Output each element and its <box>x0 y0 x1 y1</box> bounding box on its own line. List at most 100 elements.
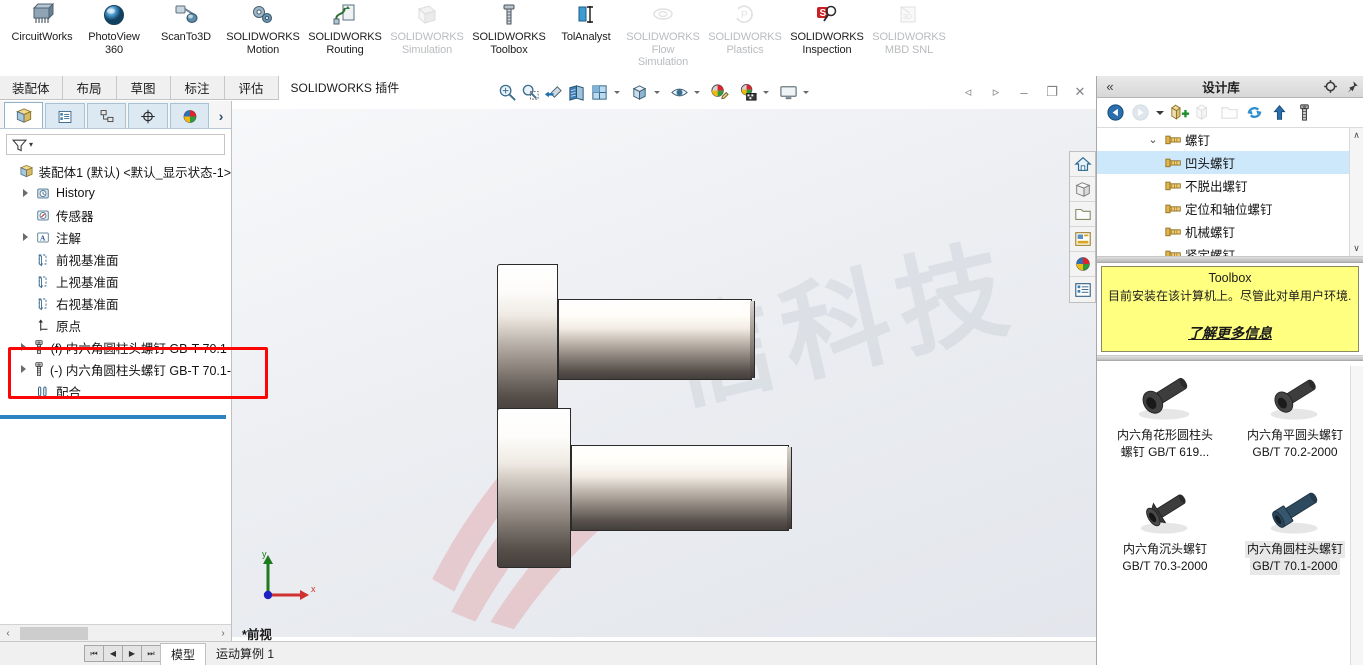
up-one-level-icon[interactable] <box>1267 100 1292 126</box>
chevron-down-icon[interactable]: ⌄ <box>1145 133 1161 146</box>
display-style-caret[interactable] <box>651 81 662 105</box>
library-node-machine-screws[interactable]: 机械螺钉 <box>1097 220 1363 243</box>
configuration-manager-tab[interactable] <box>86 103 127 128</box>
apply-scene-caret[interactable] <box>760 81 771 105</box>
tab-layout[interactable]: 布局 <box>62 76 117 99</box>
scroll-up-icon[interactable]: ∧ <box>1353 128 1360 143</box>
history-dropdown-caret[interactable] <box>1153 100 1167 126</box>
close-icon[interactable]: ✕ <box>1067 81 1093 103</box>
library-grid-scrollbar[interactable] <box>1350 366 1363 665</box>
tab-sketch[interactable]: 草图 <box>116 76 171 99</box>
library-splitter[interactable] <box>1097 256 1363 263</box>
options-gear-icon[interactable] <box>1319 79 1341 94</box>
scroll-down-icon[interactable]: ∨ <box>1353 241 1360 256</box>
tree-item-right-plane[interactable]: 右视基准面 <box>4 292 231 314</box>
minimize-icon[interactable]: – <box>1011 81 1037 103</box>
nav-last-button[interactable]: ⏭ <box>141 645 161 662</box>
pin-icon[interactable] <box>1341 80 1363 94</box>
screw-body-lower[interactable] <box>497 408 827 568</box>
nav-next-button[interactable]: ▶ <box>122 645 142 662</box>
ribbon-item-photoview360[interactable]: PhotoView 360 <box>78 0 150 66</box>
tree-item-mates[interactable]: 配合 <box>4 380 231 402</box>
dimxpert-manager-tab[interactable] <box>128 103 168 128</box>
ribbon-item-circuitworks[interactable]: CircuitWorks <box>6 0 78 66</box>
tree-arrow[interactable] <box>18 343 30 351</box>
view-home-icon[interactable] <box>1070 152 1095 177</box>
hide-show-items-icon[interactable] <box>668 81 691 105</box>
bottom-tab-model[interactable]: 模型 <box>160 642 207 665</box>
refresh-icon[interactable] <box>1242 100 1267 126</box>
feature-tree-filter[interactable]: ▾ <box>6 134 225 155</box>
edit-appearance-icon[interactable] <box>708 81 731 105</box>
view-orientation-caret[interactable] <box>611 81 622 105</box>
restore-icon[interactable]: ❐ <box>1039 81 1065 103</box>
nav-prev-button[interactable]: ◀ <box>103 645 123 662</box>
scroll-left-icon[interactable]: ‹ <box>0 625 16 641</box>
previous-view-icon[interactable] <box>542 81 565 105</box>
tree-item-screw-2[interactable]: (-) 内六角圆柱头螺钉 GB-T 70.1- <box>4 358 231 380</box>
library-node-captive-screws[interactable]: 不脱出螺钉 <box>1097 174 1363 197</box>
library-node-shoulder-screws[interactable]: 定位和轴位螺钉 <box>1097 197 1363 220</box>
scrollbar-thumb[interactable] <box>20 626 88 640</box>
section-view-icon[interactable] <box>565 81 588 105</box>
tree-item-annotations[interactable]: A 注解 <box>4 226 231 248</box>
tab-solidworks-addins[interactable]: SOLIDWORKS 插件 <box>278 76 413 100</box>
more-tabs-chevron-icon[interactable]: › <box>211 103 231 128</box>
graphics-viewport[interactable]: 信科技 y x <box>232 109 1096 637</box>
tree-arrow[interactable] <box>18 365 30 373</box>
toolbox-learn-more-link[interactable]: 了解更多信息 <box>1102 323 1358 343</box>
back-icon[interactable] <box>1103 100 1128 126</box>
restore-left-icon[interactable]: ◃ <box>955 81 981 103</box>
zoom-to-fit-icon[interactable] <box>496 81 519 105</box>
tree-root-assembly[interactable]: 装配体1 (默认) <默认_显示状态-1> <box>4 160 231 182</box>
tree-arrow[interactable] <box>18 233 32 241</box>
display-manager-tab[interactable] <box>169 103 210 128</box>
zoom-to-area-icon[interactable] <box>519 81 542 105</box>
tree-item-history[interactable]: History <box>4 182 231 204</box>
ribbon-item-solidworks-toolbox[interactable]: SOLIDWORKS Toolbox <box>468 0 550 66</box>
library-item-flat-head-screw[interactable]: 内六角沉头螺钉 GB/T 70.3-2000 <box>1101 483 1229 593</box>
toolbox-icon[interactable] <box>1292 100 1317 126</box>
library-node-screws[interactable]: ⌄ 螺钉 <box>1097 128 1363 151</box>
ribbon-item-scanto3d[interactable]: ScanTo3D <box>150 0 222 66</box>
add-to-library-icon[interactable] <box>1167 100 1192 126</box>
library-item-button-head-screw[interactable]: 内六角平圆头螺钉 GB/T 70.2-2000 <box>1231 369 1359 479</box>
display-pane-icon[interactable] <box>1070 277 1095 302</box>
library-node-socket-set-screws[interactable]: 凹头螺钉 <box>1097 151 1363 174</box>
bottom-tab-motion-study[interactable]: 运动算例 1 <box>206 643 284 665</box>
tab-assembly[interactable]: 装配体 <box>0 76 63 99</box>
tree-arrow[interactable] <box>18 189 32 197</box>
open-folder-icon[interactable] <box>1070 202 1095 227</box>
appearances-sphere-icon[interactable] <box>1070 252 1095 277</box>
hide-show-items-caret[interactable] <box>691 81 702 105</box>
apply-scene-icon[interactable] <box>737 81 760 105</box>
tree-item-screw-1[interactable]: (f) 内六角圆柱头螺钉 GB-T 70.1- <box>4 336 231 358</box>
library-node-set-screws[interactable]: 紧定螺钉 <box>1097 243 1363 256</box>
scroll-right-icon[interactable]: › <box>215 625 231 641</box>
view-settings-icon[interactable] <box>777 81 800 105</box>
library-item-torx-socket-cap-screw[interactable]: 内六角花形圆柱头 螺钉 GB/T 619... <box>1101 369 1229 479</box>
scrollbar-track[interactable] <box>16 625 215 641</box>
feature-tree-horizontal-scrollbar[interactable]: ‹ › <box>0 624 231 641</box>
tab-annotation[interactable]: 标注 <box>170 76 225 99</box>
view-settings-caret[interactable] <box>800 81 811 105</box>
display-states-icon[interactable] <box>1070 227 1095 252</box>
ribbon-item-tolanalyst[interactable]: TolAnalyst <box>550 0 622 66</box>
tree-item-top-plane[interactable]: 上视基准面 <box>4 270 231 292</box>
screw-body-upper[interactable] <box>497 264 797 414</box>
ribbon-item-solidworks-routing[interactable]: SOLIDWORKS Routing <box>304 0 386 66</box>
appearances-stack-icon[interactable] <box>1070 177 1095 202</box>
rollback-bar[interactable] <box>0 415 226 419</box>
restore-right-icon[interactable]: ▹ <box>983 81 1009 103</box>
ribbon-item-solidworks-motion[interactable]: SOLIDWORKS Motion <box>222 0 304 66</box>
view-orientation-icon[interactable] <box>588 81 611 105</box>
property-manager-tab[interactable] <box>45 103 85 128</box>
tree-item-origin[interactable]: 原点 <box>4 314 231 336</box>
feature-manager-tab[interactable] <box>4 102 44 128</box>
display-style-icon[interactable] <box>628 81 651 105</box>
filter-caret-icon[interactable]: ▾ <box>29 140 33 149</box>
library-item-socket-head-cap-screw[interactable]: 内六角圆柱头螺钉 GB/T 70.1-2000 <box>1231 483 1359 593</box>
tab-evaluate[interactable]: 评估 <box>224 76 279 99</box>
collapse-panel-icon[interactable]: « <box>1097 79 1123 94</box>
library-tree-scrollbar[interactable]: ∧ ∨ <box>1349 128 1363 256</box>
